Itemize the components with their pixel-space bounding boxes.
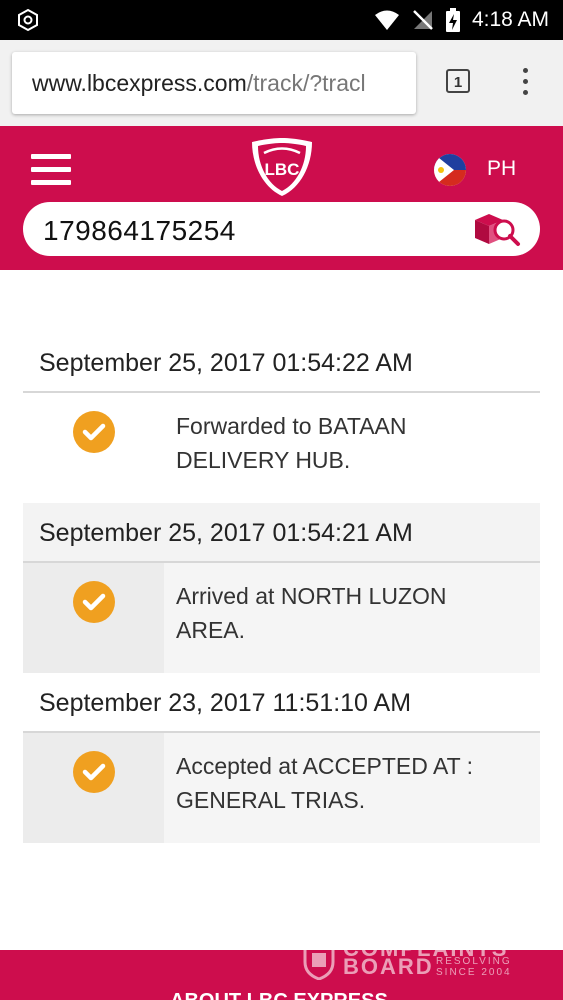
philippines-flag-icon[interactable] xyxy=(434,154,466,186)
browser-toolbar: www.lbcexpress.com/track/?tracl 1 xyxy=(0,40,563,126)
tab-switcher-button[interactable]: 1 xyxy=(446,69,470,93)
event-text-line-1: Forwarded to BATAAN xyxy=(176,413,407,439)
no-signal-icon xyxy=(413,10,433,30)
url-path: /track/?tracl xyxy=(246,70,366,96)
country-code[interactable]: PH xyxy=(487,157,516,181)
url-text: www.lbcexpress.com/track/?tracl xyxy=(32,70,366,97)
event-text-line-1: Accepted at ACCEPTED AT : xyxy=(176,753,474,779)
status-bar: 4:18 AM xyxy=(0,0,563,40)
wifi-icon xyxy=(374,10,399,30)
timeline-entry: September 23, 2017 11:51:10 AM Accepted … xyxy=(23,673,540,843)
check-icon xyxy=(73,581,115,623)
event-text-line-2: GENERAL TRIAS. xyxy=(176,787,366,813)
event-text-line-1: Arrived at NORTH LUZON xyxy=(176,583,447,609)
tracking-timeline: September 25, 2017 01:54:22 AM Forwarded… xyxy=(23,333,540,843)
browser-menu-icon[interactable] xyxy=(520,68,530,98)
svg-text:LBC: LBC xyxy=(265,160,300,179)
event-description: Forwarded to BATAAN DELIVERY HUB. xyxy=(164,393,540,503)
status-time: 4:18 AM xyxy=(471,8,549,31)
check-icon xyxy=(73,411,115,453)
shield-icon xyxy=(303,950,335,980)
event-description: Arrived at NORTH LUZON AREA. xyxy=(164,563,540,673)
event-text-line-2: DELIVERY HUB. xyxy=(176,447,351,473)
event-date: September 23, 2017 11:51:10 AM xyxy=(23,673,540,733)
track-package-search-icon[interactable] xyxy=(471,210,523,248)
url-host: www.lbcexpress.com xyxy=(32,70,247,96)
watermark-line-2: BOARD xyxy=(343,954,434,979)
battery-charging-icon xyxy=(445,8,460,32)
timeline-entry: September 25, 2017 01:54:22 AM Forwarded… xyxy=(23,333,540,503)
event-row: Forwarded to BATAAN DELIVERY HUB. xyxy=(23,393,540,503)
event-date: September 25, 2017 01:54:22 AM xyxy=(23,333,540,393)
event-row: Arrived at NORTH LUZON AREA. xyxy=(23,563,540,673)
watermark-line-3: RESOLVING xyxy=(436,956,512,967)
about-link[interactable]: ABOUT LBC EXPRESS xyxy=(170,990,388,1000)
site-footer: COMPLAINTS BOARD RESOLVING SINCE 2004 AB… xyxy=(0,950,563,1000)
event-date: September 25, 2017 01:54:21 AM xyxy=(23,503,540,563)
timeline-entry: September 25, 2017 01:54:21 AM Arrived a… xyxy=(23,503,540,673)
settings-hex-icon xyxy=(18,8,38,32)
tracking-search-bar: 179864175254 xyxy=(23,202,540,256)
lbc-logo[interactable]: LBC xyxy=(248,136,316,198)
event-row: Accepted at ACCEPTED AT : GENERAL TRIAS. xyxy=(23,733,540,843)
hamburger-menu-icon[interactable] xyxy=(31,154,71,186)
check-icon xyxy=(73,751,115,793)
event-description: Accepted at ACCEPTED AT : GENERAL TRIAS. xyxy=(164,733,540,843)
event-text-line-2: AREA. xyxy=(176,617,246,643)
site-header: LBC PH 179864175254 xyxy=(0,126,563,270)
tracking-number-input[interactable]: 179864175254 xyxy=(43,215,236,247)
watermark-line-4: SINCE 2004 xyxy=(436,967,512,978)
url-bar[interactable]: www.lbcexpress.com/track/?tracl xyxy=(12,52,416,114)
